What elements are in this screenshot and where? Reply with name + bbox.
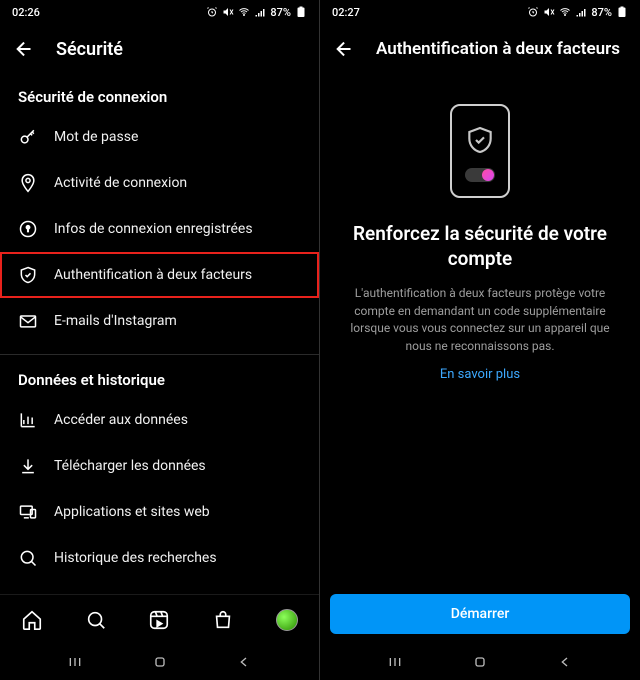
screen-header: Authentification à deux facteurs bbox=[320, 24, 640, 74]
page-title: Sécurité bbox=[56, 39, 123, 60]
shield-check-icon bbox=[18, 265, 38, 285]
shield-icon bbox=[464, 124, 496, 156]
alarm-icon bbox=[206, 6, 218, 18]
start-button[interactable]: Démarrer bbox=[330, 594, 630, 634]
tab-profile[interactable] bbox=[273, 606, 301, 634]
mail-icon bbox=[18, 311, 38, 331]
sys-home[interactable] bbox=[470, 652, 490, 672]
row-label: Historique des recherches bbox=[54, 550, 217, 566]
reels-icon bbox=[148, 609, 170, 631]
row-login-activity[interactable]: Activité de connexion bbox=[0, 160, 319, 206]
screen-header: Sécurité bbox=[0, 24, 319, 74]
screen-two-factor: 02:27 87% Authentification à deux facteu… bbox=[320, 0, 640, 680]
row-search-history[interactable]: Historique des recherches bbox=[0, 535, 319, 581]
row-label: Télécharger les données bbox=[54, 458, 206, 474]
row-two-factor[interactable]: Authentification à deux facteurs bbox=[0, 252, 319, 298]
system-nav bbox=[320, 644, 640, 680]
learn-more-link[interactable]: En savoir plus bbox=[320, 367, 640, 382]
divider bbox=[0, 354, 319, 355]
row-saved-login[interactable]: Infos de connexion enregistrées bbox=[0, 206, 319, 252]
section-login-title: Sécurité de connexion bbox=[0, 74, 319, 114]
wifi-icon bbox=[559, 6, 571, 18]
battery-icon bbox=[295, 6, 307, 18]
mute-icon bbox=[222, 6, 234, 18]
shop-icon bbox=[212, 609, 234, 631]
row-label: E-mails d'Instagram bbox=[54, 313, 177, 329]
back-icon[interactable] bbox=[334, 38, 356, 60]
row-label: Applications et sites web bbox=[54, 504, 210, 520]
keyhole-icon bbox=[18, 219, 38, 239]
sys-home[interactable] bbox=[150, 652, 170, 672]
home-icon bbox=[21, 609, 43, 631]
sys-back[interactable] bbox=[234, 652, 254, 672]
key-icon bbox=[18, 127, 38, 147]
search-icon bbox=[85, 609, 107, 631]
hero-description: L'authentification à deux facteurs protè… bbox=[320, 285, 640, 355]
row-download-data[interactable]: Télécharger les données bbox=[0, 443, 319, 489]
row-label: Infos de connexion enregistrées bbox=[54, 221, 253, 237]
row-label: Accéder aux données bbox=[54, 412, 188, 428]
sys-back[interactable] bbox=[555, 652, 575, 672]
search-icon bbox=[18, 548, 38, 568]
settings-list: Sécurité de connexion Mot de passe Activ… bbox=[0, 74, 319, 594]
hero-title: Renforcez la sécurité de votre compte bbox=[320, 222, 640, 271]
location-icon bbox=[18, 173, 38, 193]
row-access-data[interactable]: Accéder aux données bbox=[0, 397, 319, 443]
tab-shop[interactable] bbox=[209, 606, 237, 634]
row-label: Authentification à deux facteurs bbox=[54, 267, 252, 283]
battery-icon bbox=[616, 6, 628, 18]
status-time: 02:26 bbox=[12, 6, 40, 19]
tab-home[interactable] bbox=[18, 606, 46, 634]
status-right: 87% bbox=[206, 6, 307, 19]
sys-recent[interactable] bbox=[385, 652, 405, 672]
row-apps-websites[interactable]: Applications et sites web bbox=[0, 489, 319, 535]
section-data-title: Données et historique bbox=[0, 357, 319, 397]
alarm-icon bbox=[527, 6, 539, 18]
status-right: 87% bbox=[527, 6, 628, 19]
devices-icon bbox=[18, 502, 38, 522]
mute-icon bbox=[543, 6, 555, 18]
hero-section: Renforcez la sécurité de votre compte L'… bbox=[320, 74, 640, 644]
toggle-icon bbox=[465, 168, 495, 182]
page-title: Authentification à deux facteurs bbox=[376, 39, 620, 59]
download-icon bbox=[18, 456, 38, 476]
signal-icon bbox=[254, 6, 266, 18]
sys-recent[interactable] bbox=[65, 652, 85, 672]
chart-icon bbox=[18, 410, 38, 430]
bottom-nav bbox=[0, 594, 319, 644]
two-factor-illustration bbox=[450, 104, 510, 198]
screen-security: 02:26 87% Sécurité Sécurité de connexion… bbox=[0, 0, 320, 680]
avatar-icon bbox=[276, 609, 298, 631]
row-label: Activité de connexion bbox=[54, 175, 187, 191]
battery-text: 87% bbox=[591, 6, 612, 19]
row-emails[interactable]: E-mails d'Instagram bbox=[0, 298, 319, 344]
status-bar: 02:26 87% bbox=[0, 0, 319, 24]
wifi-icon bbox=[238, 6, 250, 18]
status-bar: 02:27 87% bbox=[320, 0, 640, 24]
battery-text: 87% bbox=[270, 6, 291, 19]
row-password[interactable]: Mot de passe bbox=[0, 114, 319, 160]
tab-reels[interactable] bbox=[145, 606, 173, 634]
back-icon[interactable] bbox=[14, 38, 36, 60]
system-nav bbox=[0, 644, 319, 680]
tab-search[interactable] bbox=[82, 606, 110, 634]
row-label: Mot de passe bbox=[54, 129, 138, 145]
status-time: 02:27 bbox=[332, 6, 360, 19]
signal-icon bbox=[575, 6, 587, 18]
